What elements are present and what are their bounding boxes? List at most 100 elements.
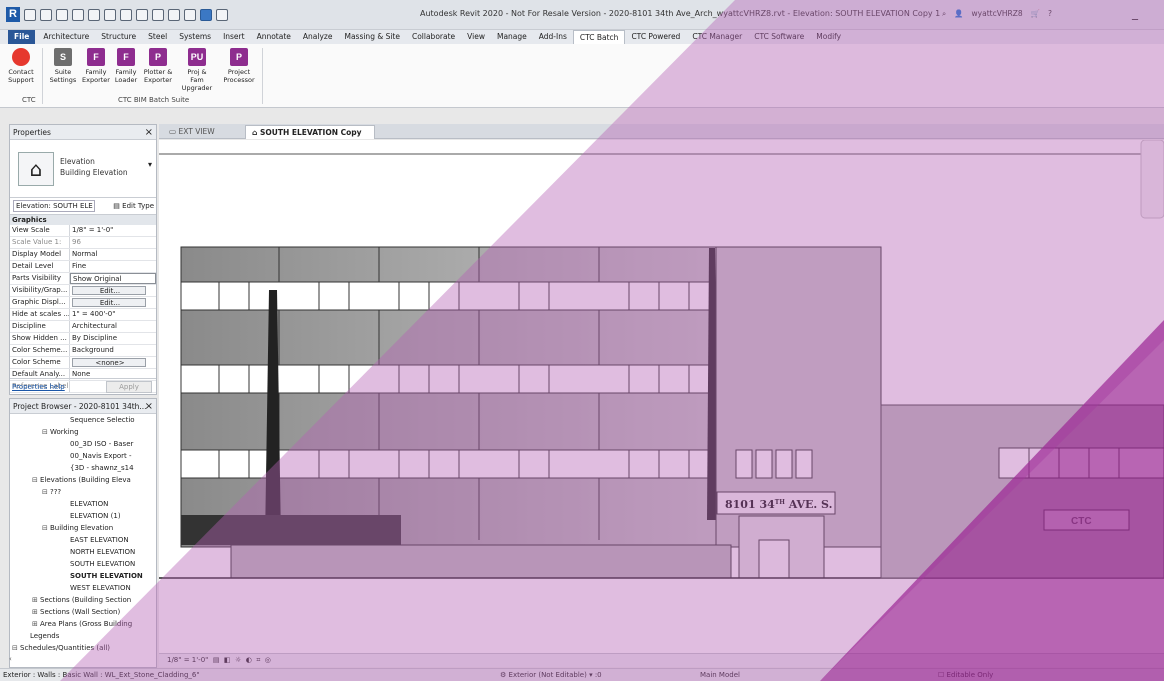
crop-icon[interactable]: ⌗ — [254, 656, 260, 664]
tab-ext-view[interactable]: ▭ EXT VIEW — [163, 125, 233, 139]
tab-south-elevation-copy-1[interactable]: ⌂ SOUTH ELEVATION Copy 1 ✕ — [245, 125, 375, 151]
measure-icon[interactable] — [120, 8, 132, 21]
collapse-icon[interactable]: ⊟ — [42, 426, 50, 438]
tab-ctc-powered[interactable]: CTC Powered — [625, 30, 686, 44]
open-icon[interactable] — [24, 8, 36, 21]
close-icon[interactable]: × — [145, 125, 153, 140]
browser-tree-item[interactable]: ELEVATION (1) — [10, 510, 156, 522]
tab-manage[interactable]: Manage — [491, 30, 533, 44]
tab-view[interactable]: View — [461, 30, 491, 44]
expand-icon[interactable]: ⊞ — [32, 594, 40, 606]
instance-filter-dropdown[interactable]: Elevation: SOUTH ELE — [13, 200, 95, 212]
tab-ctc-manager[interactable]: CTC Manager — [686, 30, 748, 44]
undo-icon[interactable] — [72, 8, 84, 21]
property-value[interactable]: Normal — [70, 249, 156, 260]
minimize-button[interactable]: _ — [1132, 6, 1138, 20]
browser-tree-item[interactable]: ⊞ Sections (Wall Section) — [10, 606, 156, 618]
view-scale[interactable]: 1/8" = 1'-0" — [167, 656, 208, 664]
properties-help-link[interactable]: Properties help — [12, 383, 65, 391]
browser-tree-item[interactable]: ⊟ Elevations (Building Eleva — [10, 474, 156, 486]
navigation-bar[interactable] — [1140, 140, 1164, 219]
browser-tree-item[interactable]: 00_3D ISO - Baser — [10, 438, 156, 450]
chevron-down-icon[interactable]: ▾ — [148, 160, 152, 169]
property-value[interactable]: Background — [70, 345, 156, 356]
workset-selector[interactable]: ⚙ Exterior (Not Editable) ▾ :0 — [500, 669, 602, 681]
browser-tree-item[interactable]: ELEVATION — [10, 498, 156, 510]
switch-windows-icon[interactable] — [216, 8, 228, 21]
property-value[interactable]: Architectural — [70, 321, 156, 332]
graphic-display-edit-button[interactable]: Edit... — [72, 298, 146, 307]
expand-icon[interactable]: ⊞ — [32, 606, 40, 618]
visibility-edit-button[interactable]: Edit... — [72, 286, 146, 295]
type-selector[interactable]: ⌂ Elevation Building Elevation ▾ — [10, 140, 156, 198]
dimension-icon[interactable] — [136, 8, 148, 21]
help-icon[interactable]: ? — [1048, 9, 1052, 19]
browser-tree-item[interactable]: Sequence Selectio — [10, 414, 156, 426]
property-value[interactable]: 1" = 400'-0" — [70, 309, 156, 320]
redo-icon[interactable] — [88, 8, 100, 21]
tab-insert[interactable]: Insert — [217, 30, 251, 44]
browser-tree-item[interactable]: SOUTH ELEVATION — [10, 558, 156, 570]
sun-path-icon[interactable]: ☼ — [233, 656, 241, 664]
print-icon[interactable] — [104, 8, 116, 21]
collapse-icon[interactable]: ⊟ — [42, 486, 50, 498]
browser-tree-item[interactable]: ⊟ Schedules/Quantities (all) — [10, 642, 156, 654]
revit-logo[interactable]: R — [6, 7, 20, 22]
tab-collaborate[interactable]: Collaborate — [406, 30, 461, 44]
editable-only-toggle[interactable]: ☐ Editable Only — [938, 669, 993, 681]
project-processor-button[interactable]: P Project Processor — [222, 48, 256, 84]
drawing-area[interactable]: 8101 34TH AVE. S. CTC — [159, 140, 1164, 653]
browser-horizontal-scrollbar[interactable]: ‹ — [9, 655, 157, 667]
proj-fam-upgrader-button[interactable]: PU Proj & Fam Upgrader — [180, 48, 214, 92]
tab-analyze[interactable]: Analyze — [297, 30, 339, 44]
browser-tree-item[interactable]: ⊞ Area Plans (Gross Building — [10, 618, 156, 630]
user-icon[interactable]: 👤 — [954, 9, 963, 19]
collapse-icon[interactable]: ⊟ — [32, 474, 40, 486]
browser-tree-item[interactable]: ⊟ Building Elevation — [10, 522, 156, 534]
contact-support-button[interactable]: Contact Support — [4, 48, 38, 84]
tab-architecture[interactable]: Architecture — [37, 30, 95, 44]
edit-type-button[interactable]: ▤ Edit Type — [113, 198, 154, 215]
tab-add-ins[interactable]: Add-Ins — [533, 30, 573, 44]
family-loader-button[interactable]: F Family Loader — [109, 48, 143, 84]
browser-tree-item[interactable]: SOUTH ELEVATION — [10, 570, 156, 582]
section-icon[interactable] — [184, 8, 196, 21]
shadows-icon[interactable]: ◐ — [244, 656, 252, 664]
tab-modify[interactable]: Modify — [810, 30, 847, 44]
property-value[interactable]: Fine — [70, 261, 156, 272]
save-icon[interactable] — [40, 8, 52, 21]
browser-tree-item[interactable]: ⊞ Sections (Building Section — [10, 594, 156, 606]
tab-ctc-software[interactable]: CTC Software — [748, 30, 810, 44]
plotter-exporter-button[interactable]: P Plotter & Exporter — [141, 48, 175, 84]
collapse-icon[interactable]: ⊟ — [12, 642, 20, 654]
browser-tree-item[interactable]: NORTH ELEVATION — [10, 546, 156, 558]
tab-annotate[interactable]: Annotate — [251, 30, 297, 44]
browser-tree-item[interactable]: EAST ELEVATION — [10, 534, 156, 546]
search-icon[interactable]: ⌕ — [942, 9, 946, 19]
design-option-selector[interactable]: Main Model — [700, 669, 740, 681]
browser-tree-item[interactable]: 00_Navis Export - — [10, 450, 156, 462]
temporary-hide-icon[interactable]: ◎ — [263, 656, 271, 664]
browser-tree-item[interactable]: Legends — [10, 630, 156, 642]
property-value[interactable]: By Discipline — [70, 333, 156, 344]
tab-massing-site[interactable]: Massing & Site — [338, 30, 406, 44]
user-name[interactable]: wyattcVHRZ8 — [972, 9, 1023, 19]
expand-icon[interactable]: ⊞ — [32, 618, 40, 630]
property-value[interactable]: 1/8" = 1'-0" — [70, 225, 156, 236]
browser-tree-item[interactable]: ⊟??? — [10, 486, 156, 498]
property-value[interactable]: Show Original — [70, 273, 156, 284]
tab-ctc-batch[interactable]: CTC Batch — [572, 30, 626, 44]
suite-settings-button[interactable]: S Suite Settings — [46, 48, 80, 84]
tab-file[interactable]: File — [8, 30, 36, 44]
tab-steel[interactable]: Steel — [142, 30, 173, 44]
sync-icon[interactable] — [56, 8, 68, 21]
thin-lines-icon[interactable] — [200, 8, 212, 21]
tab-structure[interactable]: Structure — [95, 30, 142, 44]
tab-systems[interactable]: Systems — [173, 30, 217, 44]
detail-level-icon[interactable]: ▤ — [211, 656, 220, 664]
color-scheme-button[interactable]: <none> — [72, 358, 146, 367]
text-icon[interactable] — [152, 8, 164, 21]
browser-tree-item[interactable]: WEST ELEVATION — [10, 582, 156, 594]
3d-view-icon[interactable] — [168, 8, 180, 21]
apply-button[interactable]: Apply — [106, 381, 152, 393]
